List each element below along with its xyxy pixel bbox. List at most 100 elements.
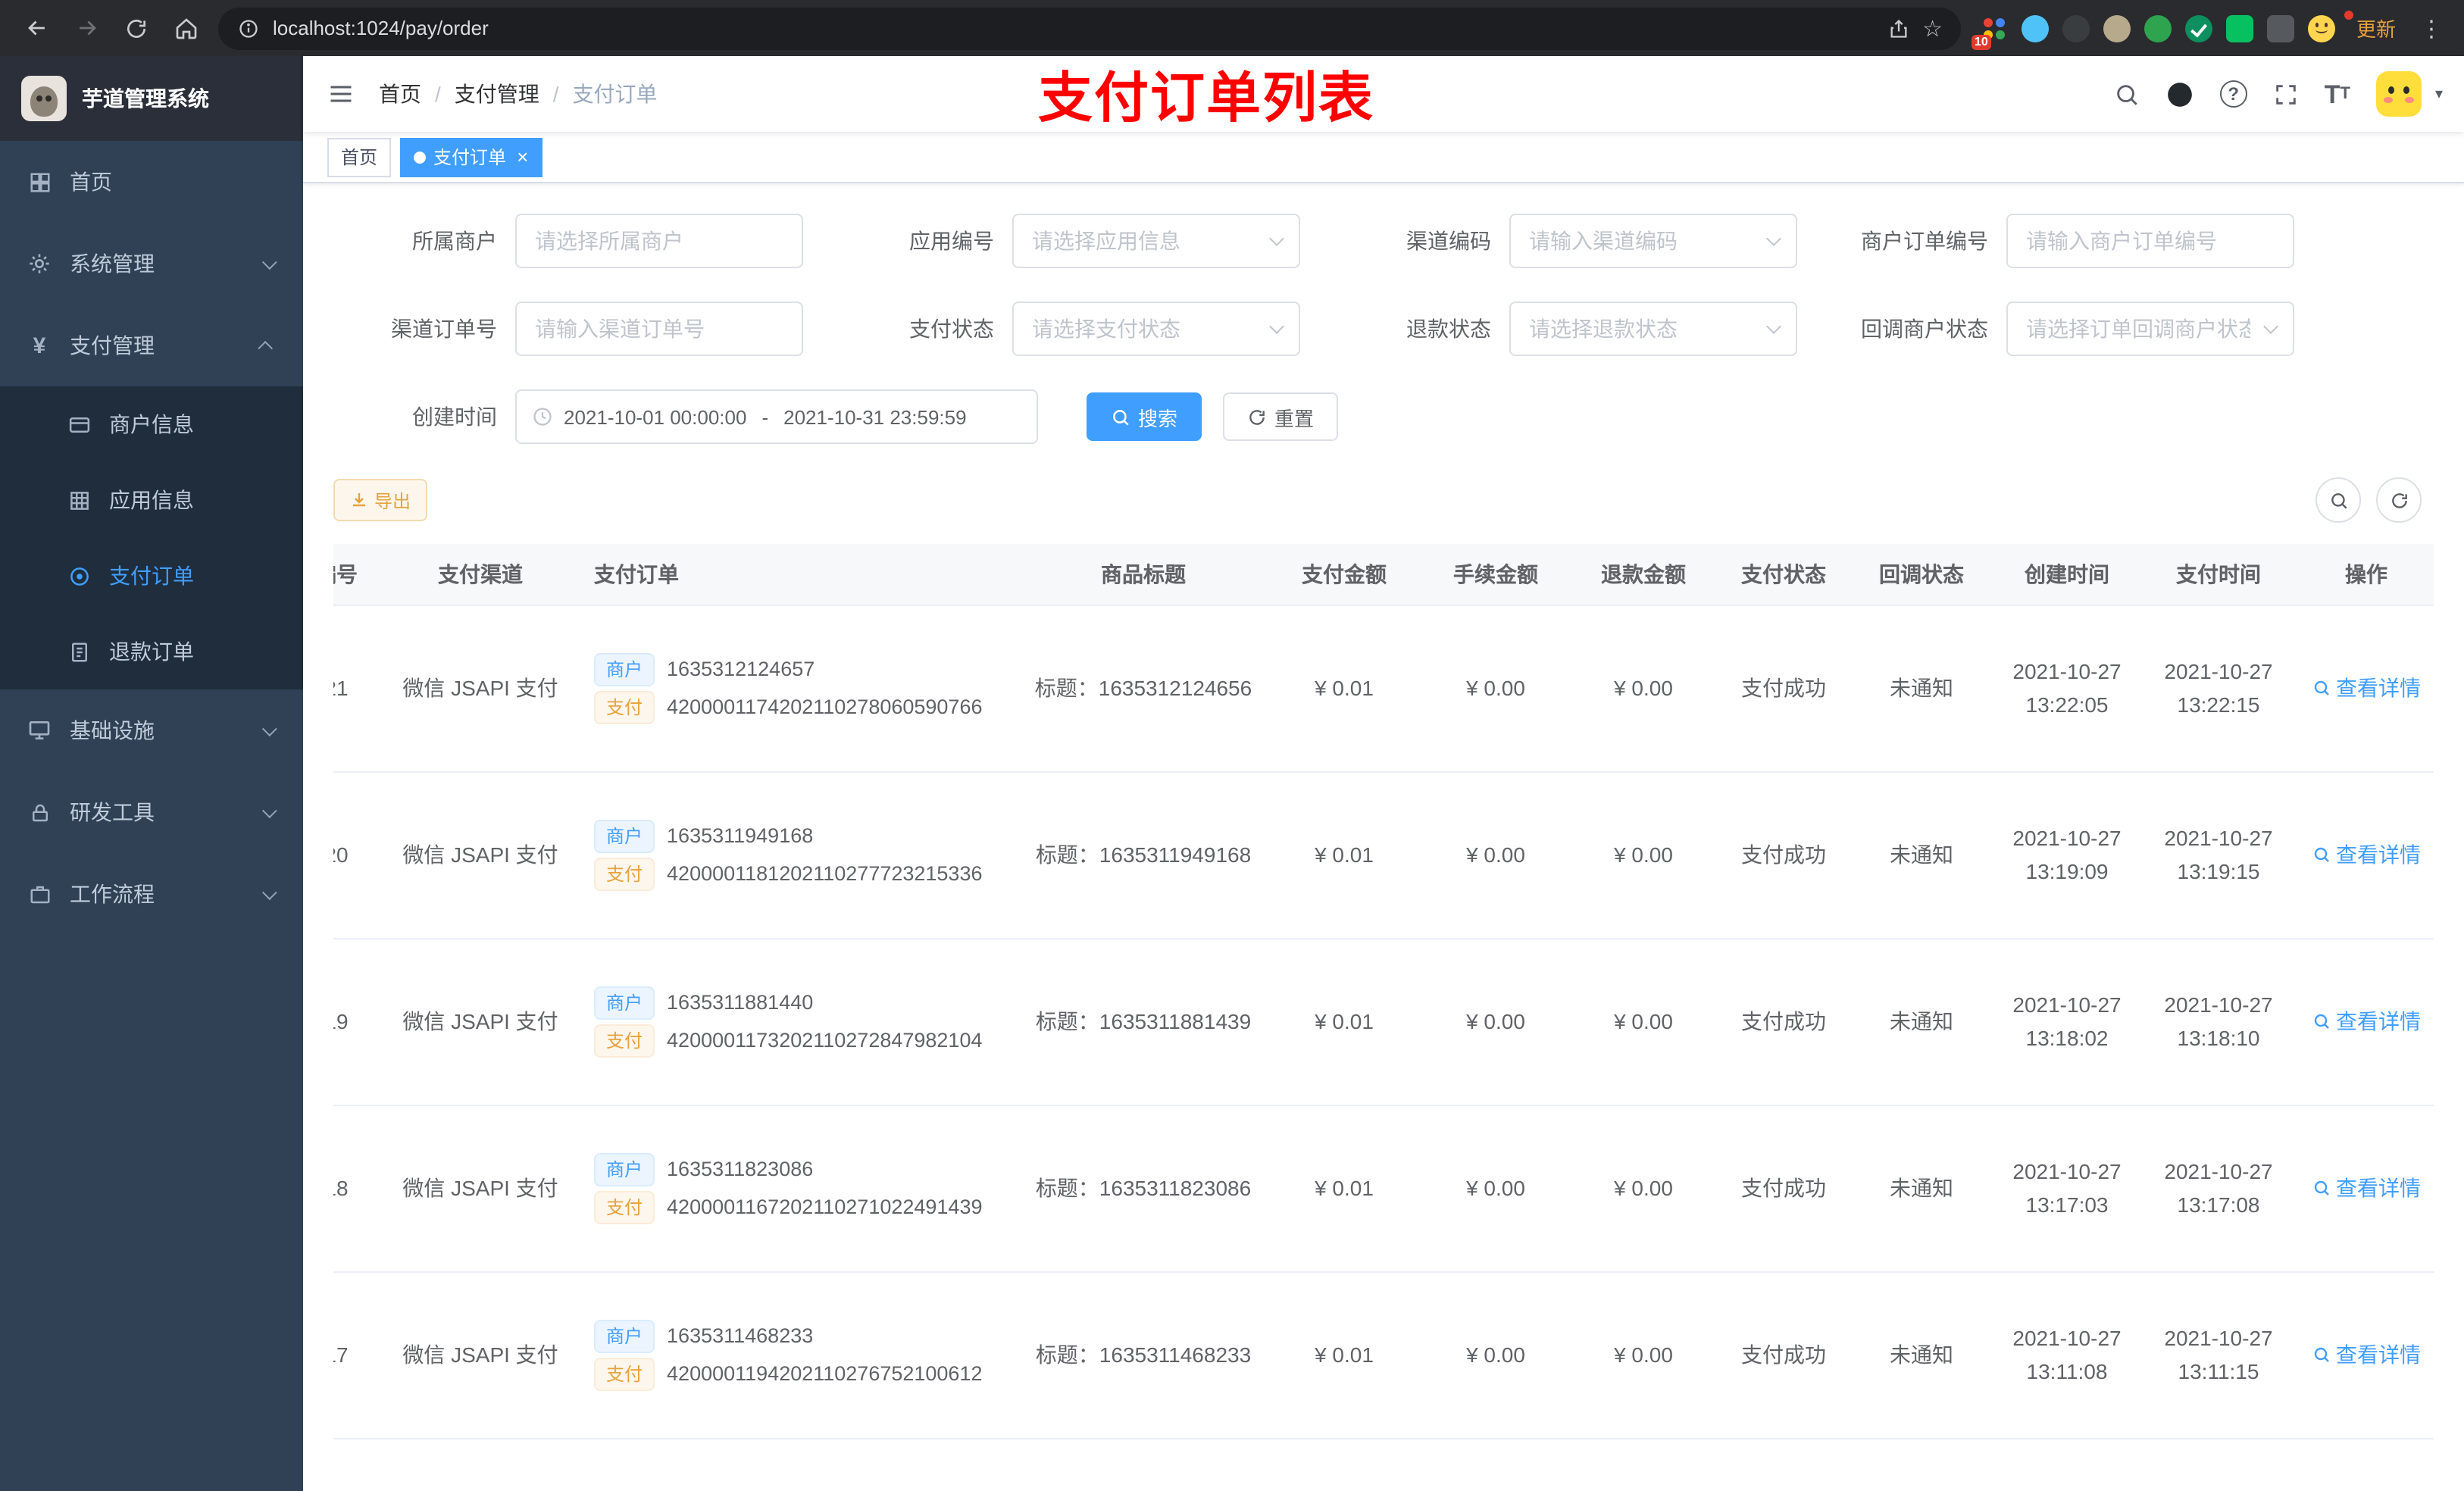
- order-id: 20: [333, 842, 349, 867]
- table-icon: [67, 488, 91, 512]
- sidebar-item-refund-order[interactable]: 退款订单: [0, 614, 303, 689]
- breadcrumb-home[interactable]: 首页: [379, 79, 421, 109]
- avatar[interactable]: [2375, 71, 2422, 117]
- sidebar-item-pay-order[interactable]: 支付订单: [0, 538, 303, 614]
- sidebar-item-home[interactable]: 首页: [0, 141, 303, 223]
- extension-tan-icon[interactable]: [2103, 14, 2131, 42]
- create-time: 13:22:05: [2025, 692, 2109, 717]
- bookmark-star-icon[interactable]: ☆: [1922, 14, 1943, 42]
- sidebar-item-dev-tools[interactable]: 研发工具: [0, 771, 303, 853]
- monitor-icon: [27, 718, 52, 742]
- merchant-tag: 商户: [594, 1319, 655, 1352]
- extension-grid-icon[interactable]: 10: [1971, 14, 2008, 49]
- export-button-label: 导出: [374, 490, 411, 511]
- pay-status: 支付成功: [1741, 1343, 1826, 1367]
- col-header-create-time: 创建时间: [1991, 544, 2143, 605]
- update-button[interactable]: 更新: [2344, 11, 2403, 45]
- table-toolbar: 导出: [333, 477, 2434, 523]
- col-header-refund-amount: 退款金额: [1571, 544, 1715, 605]
- date-range-picker[interactable]: 2021-10-01 00:00:00 - 2021-10-31 23:59:5…: [515, 389, 1038, 444]
- home-icon[interactable]: [168, 10, 205, 46]
- breadcrumb-payment[interactable]: 支付管理: [455, 79, 539, 109]
- reset-button[interactable]: 重置: [1223, 392, 1339, 441]
- create-date: 2021-10-27: [2012, 658, 2122, 683]
- sidebar-item-infra[interactable]: 基础设施: [0, 689, 303, 771]
- sidebar-item-merchant-info[interactable]: 商户信息: [0, 386, 303, 462]
- back-icon[interactable]: [18, 10, 55, 46]
- view-detail-label: 查看详情: [2336, 1343, 2421, 1367]
- active-dot: [414, 151, 427, 163]
- sidebar-item-workflow[interactable]: 工作流程: [0, 853, 303, 935]
- app-select-input[interactable]: [1012, 214, 1300, 268]
- address-bar[interactable]: localhost:1024/pay/order ☆: [218, 7, 1961, 49]
- notify-status-input[interactable]: [2006, 302, 2294, 356]
- view-detail-link[interactable]: 查看详情: [2312, 1173, 2421, 1203]
- extension-check-icon[interactable]: [2184, 14, 2212, 42]
- extension-drop-icon[interactable]: [2021, 14, 2049, 42]
- channel-code-input[interactable]: [1509, 214, 1797, 268]
- close-tab-icon[interactable]: ×: [517, 147, 528, 167]
- pay-amount: ¥ 0.01: [1315, 842, 1374, 867]
- view-detail-link[interactable]: 查看详情: [2312, 839, 2421, 870]
- refund-amount: ¥ 0.00: [1614, 1009, 1673, 1033]
- extensions-puzzle-icon[interactable]: [2266, 14, 2294, 42]
- tab-home[interactable]: 首页: [327, 137, 392, 177]
- view-detail-link[interactable]: 查看详情: [2312, 1006, 2421, 1036]
- extension-chat-icon[interactable]: [2225, 14, 2253, 42]
- navbar: 首页 / 支付管理 / 支付订单 支付订单列表 ? T T ▾: [303, 56, 2464, 132]
- notify-status: 未通知: [1890, 676, 1953, 700]
- extension-emoji-icon[interactable]: [2307, 14, 2335, 42]
- notify-status: 未通知: [1890, 1009, 1953, 1033]
- app-title: 芋道管理系统: [82, 86, 209, 111]
- fullscreen-icon[interactable]: [2273, 81, 2299, 107]
- sidebar-item-label: 商户信息: [109, 412, 194, 436]
- notify-status-select: [2006, 302, 2294, 356]
- question-icon[interactable]: ?: [2219, 80, 2247, 108]
- breadcrumb: 首页 / 支付管理 / 支付订单: [379, 79, 658, 109]
- view-detail-link[interactable]: 查看详情: [2312, 673, 2421, 703]
- search-icon[interactable]: [2114, 81, 2140, 107]
- github-icon[interactable]: [2165, 80, 2194, 108]
- sidebar-item-payment[interactable]: ¥ 支付管理: [0, 305, 303, 386]
- tags-view: 首页 支付订单 ×: [303, 132, 2464, 183]
- font-size-icon[interactable]: TT: [2325, 81, 2350, 107]
- extension-green-icon[interactable]: [2143, 14, 2172, 42]
- merchant-tag: 商户: [594, 652, 655, 686]
- pay-channel: 微信 JSAPI 支付: [402, 1009, 558, 1033]
- browser-menu-icon[interactable]: ⋮: [2417, 14, 2446, 42]
- pay-status: 支付成功: [1741, 676, 1826, 700]
- view-detail-label: 查看详情: [2336, 1176, 2421, 1200]
- table-row: 20 微信 JSAPI 支付 商户 1635311949168 支付 4200001…: [333, 771, 2434, 939]
- refresh-table-button[interactable]: [2376, 477, 2422, 523]
- view-detail-label: 查看详情: [2336, 1009, 2421, 1033]
- merchant-order-no-input[interactable]: [2006, 214, 2294, 268]
- col-header-actions: 操作: [2294, 544, 2434, 605]
- extension-badge: 10: [1971, 34, 1991, 49]
- channel-order-no-input[interactable]: [515, 302, 803, 356]
- pay-status-input[interactable]: [1012, 302, 1300, 356]
- hamburger-icon[interactable]: [303, 80, 379, 108]
- merchant-select-input[interactable]: [515, 214, 803, 268]
- create-time: 13:11:08: [2026, 1359, 2108, 1383]
- sidebar-item-system[interactable]: 系统管理: [0, 223, 303, 305]
- refund-amount: ¥ 0.00: [1614, 842, 1673, 867]
- site-info-icon[interactable]: [236, 16, 261, 40]
- refund-status-input[interactable]: [1509, 302, 1797, 356]
- channel-order-no: 4200001173202110272847982104: [667, 1029, 983, 1052]
- chevron-down-icon: [261, 254, 277, 270]
- breadcrumb-separator: /: [552, 82, 559, 106]
- filter-label: 所属商户: [412, 229, 497, 253]
- tab-pay-order[interactable]: 支付订单 ×: [400, 137, 543, 177]
- pay-time: 13:11:15: [2178, 1359, 2259, 1383]
- extension-dark-icon[interactable]: [2062, 14, 2090, 42]
- reload-icon[interactable]: [118, 10, 155, 46]
- chevron-down-icon: [261, 720, 277, 736]
- share-icon[interactable]: [1886, 10, 1910, 46]
- view-detail-link[interactable]: 查看详情: [2312, 1339, 2421, 1370]
- export-button[interactable]: 导出: [333, 479, 428, 521]
- forward-icon[interactable]: [68, 10, 105, 46]
- col-header-pay-amount: 支付金额: [1268, 544, 1420, 605]
- search-button[interactable]: 搜索: [1087, 392, 1202, 441]
- toggle-search-button[interactable]: [2315, 477, 2361, 523]
- sidebar-item-app-info[interactable]: 应用信息: [0, 462, 303, 538]
